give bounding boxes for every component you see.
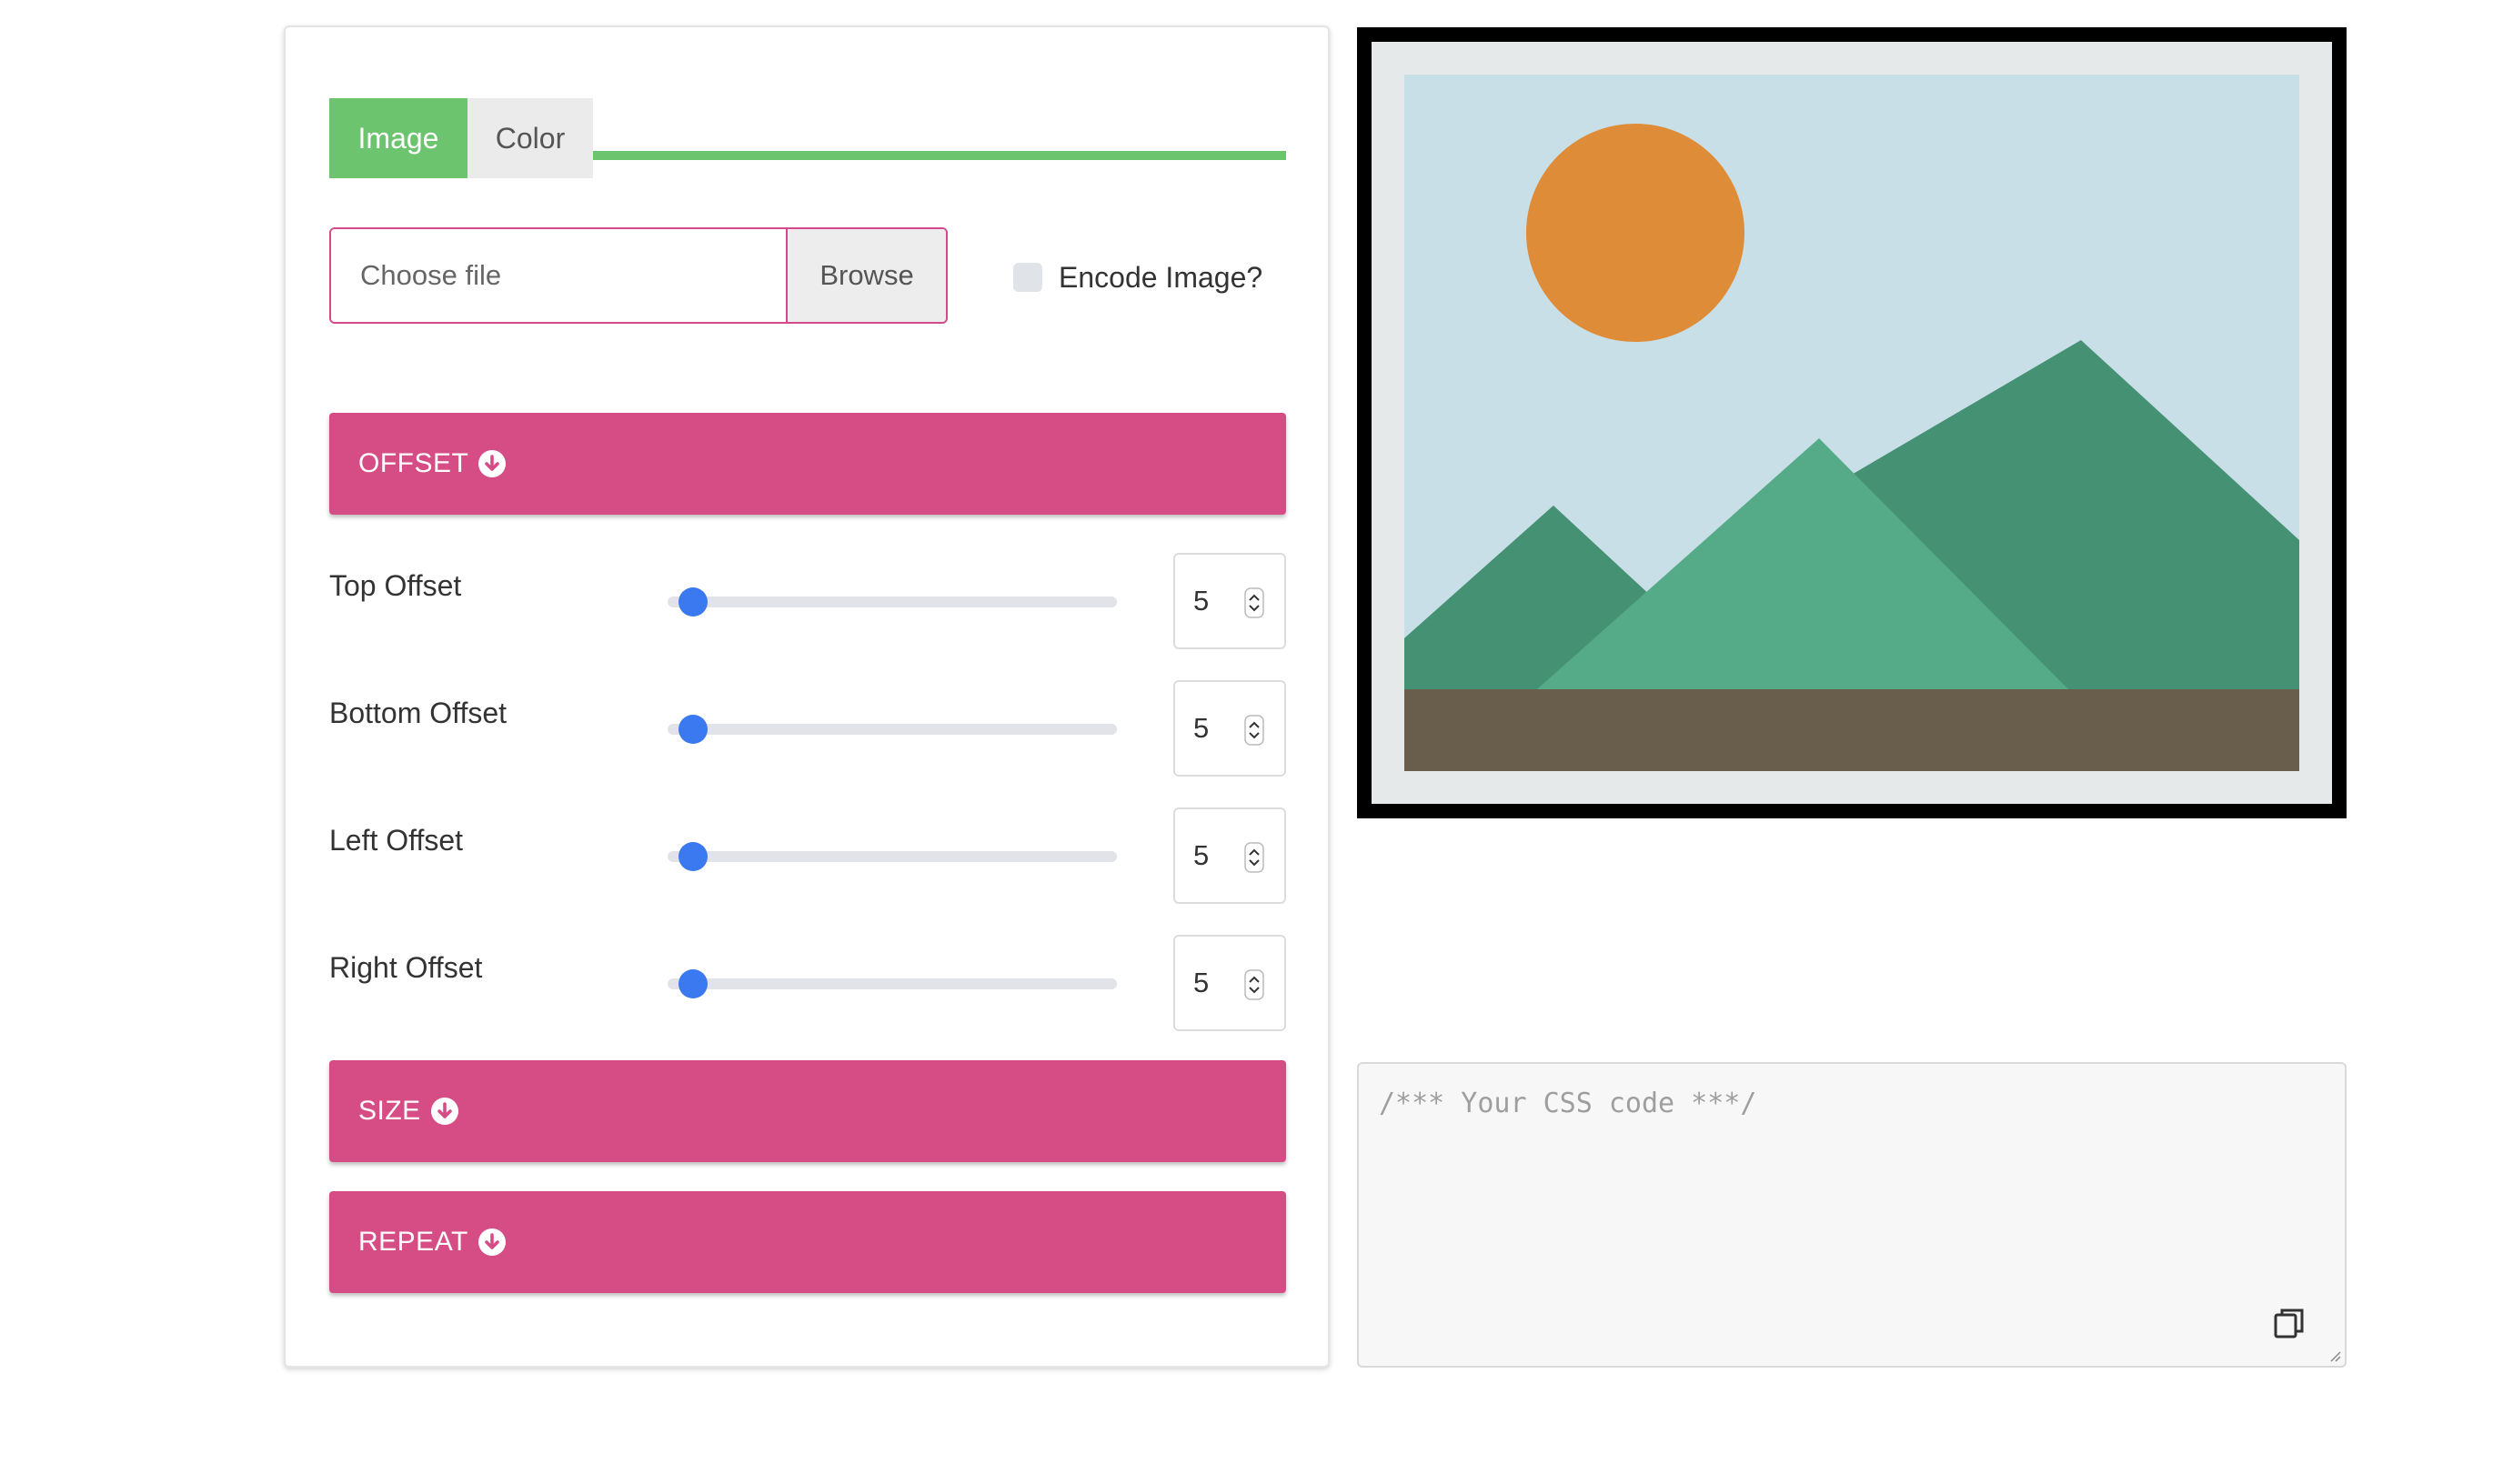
sun (1526, 124, 1744, 342)
arrow-circle-down-icon (477, 1228, 507, 1257)
file-chooser: Browse (329, 227, 948, 324)
right-offset-value: 5 (1193, 967, 1210, 998)
bottom-offset-slider[interactable] (668, 715, 1117, 744)
right-offset-label: Right Offset (329, 951, 483, 984)
tab-image[interactable]: Image (329, 98, 467, 178)
top-offset-slider-thumb[interactable] (679, 587, 708, 617)
top-offset-row: Top Offset 5 (329, 553, 1286, 649)
left-offset-label: Left Offset (329, 824, 464, 857)
bottom-offset-input[interactable]: 5 (1173, 680, 1286, 777)
left-offset-row: Left Offset 5 (329, 807, 1286, 904)
encode-image-option: Encode Image? (1013, 246, 1262, 309)
arrow-circle-down-icon (430, 1097, 459, 1126)
ground (1404, 689, 2299, 771)
right-offset-slider[interactable] (668, 969, 1117, 998)
encode-image-checkbox[interactable] (1013, 263, 1042, 292)
right-offset-slider-thumb[interactable] (679, 969, 708, 998)
offset-accordion-label: OFFSET (358, 448, 469, 478)
css-code-textarea[interactable] (1359, 1064, 2345, 1366)
repeat-accordion-label: REPEAT (358, 1227, 468, 1257)
left-offset-slider[interactable] (668, 842, 1117, 871)
tab-color[interactable]: Color (467, 98, 593, 178)
size-accordion-label: SIZE (358, 1096, 421, 1126)
right-offset-row: Right Offset 5 (329, 935, 1286, 1031)
spinner-arrows-icon[interactable] (1244, 969, 1264, 1000)
landscape-image-icon (1404, 75, 2299, 771)
top-offset-input[interactable]: 5 (1173, 553, 1286, 649)
file-input[interactable] (331, 229, 786, 322)
spinner-arrows-icon[interactable] (1244, 715, 1264, 746)
top-offset-label: Top Offset (329, 569, 462, 602)
right-offset-input[interactable]: 5 (1173, 935, 1286, 1031)
arrow-circle-down-icon (477, 449, 507, 478)
tab-bar: Image Color (329, 71, 1286, 178)
left-offset-input[interactable]: 5 (1173, 807, 1286, 904)
left-offset-value: 5 (1193, 839, 1210, 871)
bottom-offset-label: Bottom Offset (329, 697, 508, 729)
top-offset-slider[interactable] (668, 587, 1117, 617)
encode-image-label: Encode Image? (1059, 260, 1263, 294)
left-offset-slider-thumb[interactable] (679, 842, 708, 871)
copy-icon[interactable] (2272, 1306, 2307, 1340)
settings-panel: Image Color Browse Encode Image? OFFSET … (284, 25, 1330, 1368)
bottom-offset-row: Bottom Offset 5 (329, 680, 1286, 777)
bottom-offset-slider-thumb[interactable] (679, 715, 708, 744)
offset-accordion-button[interactable]: OFFSET (329, 413, 1286, 515)
image-preview (1372, 42, 2332, 804)
image-preview-frame (1357, 27, 2347, 818)
page: Image Color Browse Encode Image? OFFSET … (0, 0, 2503, 1484)
spinner-arrows-icon[interactable] (1244, 587, 1264, 618)
browse-button[interactable]: Browse (786, 229, 946, 322)
bottom-offset-value: 5 (1193, 712, 1210, 744)
resize-handle-icon[interactable] (2327, 1348, 2341, 1362)
spinner-arrows-icon[interactable] (1244, 842, 1264, 873)
css-code-box (1357, 1062, 2347, 1368)
size-accordion-button[interactable]: SIZE (329, 1060, 1286, 1162)
top-offset-value: 5 (1193, 585, 1210, 617)
repeat-accordion-button[interactable]: REPEAT (329, 1191, 1286, 1293)
